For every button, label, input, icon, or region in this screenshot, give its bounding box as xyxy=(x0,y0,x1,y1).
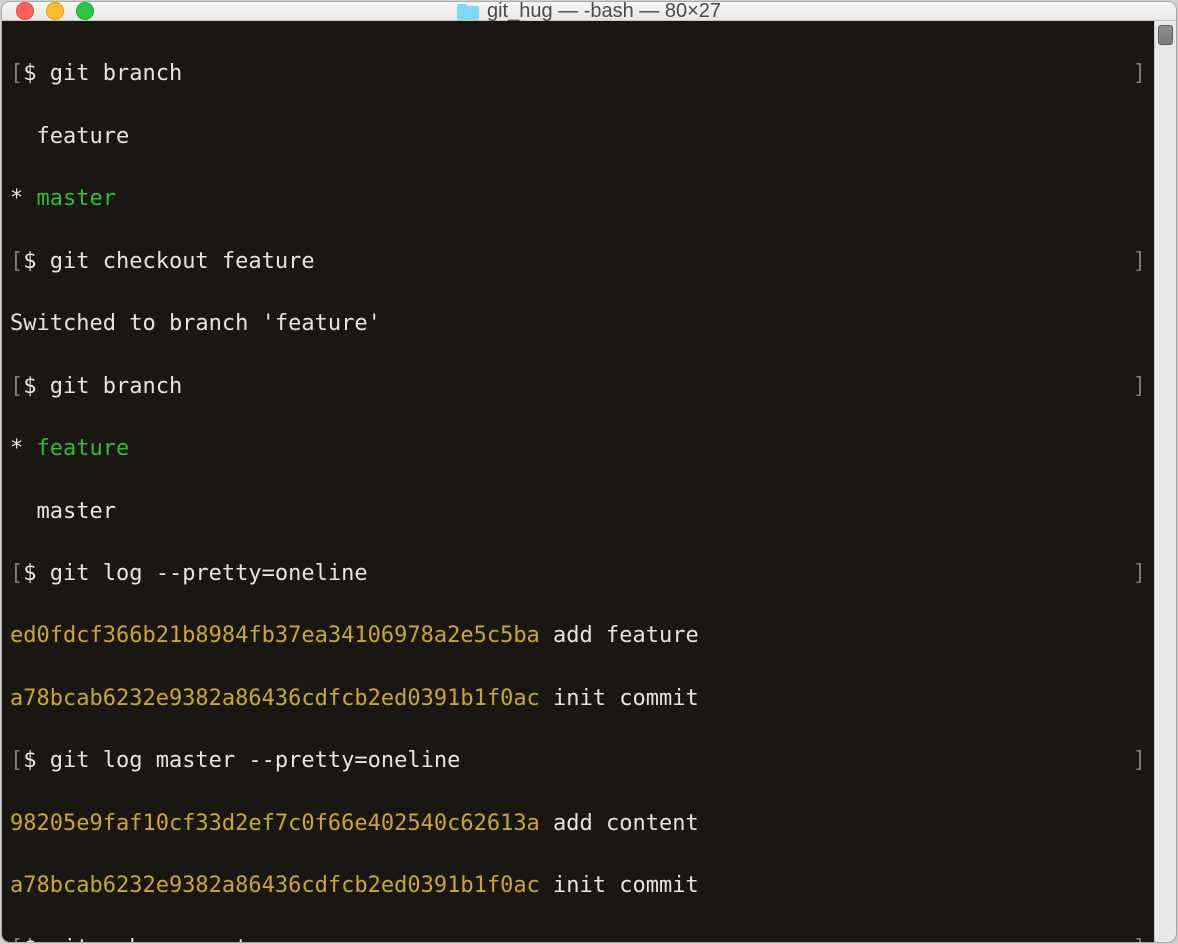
commit-hash: a78bcab6232e9382a86436cdfcb2ed0391b1f0ac xyxy=(10,873,540,898)
current-branch: master xyxy=(37,186,116,211)
output-line: master xyxy=(10,496,1146,527)
zoom-button[interactable] xyxy=(76,2,94,20)
output-line: Switched to branch 'feature' xyxy=(10,308,1146,339)
commit-hash: a78bcab6232e9382a86436cdfcb2ed0391b1f0ac xyxy=(10,686,540,711)
scrollbar[interactable] xyxy=(1154,21,1176,942)
prompt-line: [$ git branch] xyxy=(10,371,1146,402)
window-title: git_hug — -bash — 80×27 xyxy=(2,2,1176,23)
scroll-thumb[interactable] xyxy=(1158,25,1173,45)
terminal-output[interactable]: [$ git branch] feature * master [$ git c… xyxy=(2,21,1154,942)
window-title-text: git_hug — -bash — 80×27 xyxy=(487,2,721,23)
titlebar: git_hug — -bash — 80×27 xyxy=(2,2,1176,21)
output-line: * master xyxy=(10,183,1146,214)
log-line: a78bcab6232e9382a86436cdfcb2ed0391b1f0ac… xyxy=(10,870,1146,901)
prompt-line: [$ git branch] xyxy=(10,58,1146,89)
output-line: feature xyxy=(10,121,1146,152)
command-text: $ git branch xyxy=(23,58,182,89)
close-button[interactable] xyxy=(16,2,34,20)
commit-hash: 98205e9faf10cf33d2ef7c0f66e402540c62613a xyxy=(10,811,540,836)
commit-hash: ed0fdcf366b21b8984fb37ea34106978a2e5c5ba xyxy=(10,623,540,648)
output-line: * feature xyxy=(10,433,1146,464)
folder-icon xyxy=(457,2,479,20)
prompt-line: [$ git log --pretty=oneline] xyxy=(10,558,1146,589)
commit-msg: init commit xyxy=(540,873,699,898)
commit-msg: init commit xyxy=(540,686,699,711)
commit-msg: add content xyxy=(540,811,699,836)
log-line: a78bcab6232e9382a86436cdfcb2ed0391b1f0ac… xyxy=(10,683,1146,714)
prompt-line: [$ git checkout feature] xyxy=(10,246,1146,277)
prompt-line: [$ git log master --pretty=oneline] xyxy=(10,745,1146,776)
bracket-right: ] xyxy=(1133,58,1146,89)
prompt-line: [$ git rebase master] xyxy=(10,933,1146,942)
traffic-lights xyxy=(16,2,94,20)
log-line: ed0fdcf366b21b8984fb37ea34106978a2e5c5ba… xyxy=(10,620,1146,651)
current-branch: feature xyxy=(37,436,130,461)
terminal-window: git_hug — -bash — 80×27 [$ git branch] f… xyxy=(2,2,1176,942)
log-line: 98205e9faf10cf33d2ef7c0f66e402540c62613a… xyxy=(10,808,1146,839)
commit-msg: add feature xyxy=(540,623,699,648)
minimize-button[interactable] xyxy=(46,2,64,20)
bracket-left: [ xyxy=(10,58,23,89)
terminal-body: [$ git branch] feature * master [$ git c… xyxy=(2,21,1176,942)
